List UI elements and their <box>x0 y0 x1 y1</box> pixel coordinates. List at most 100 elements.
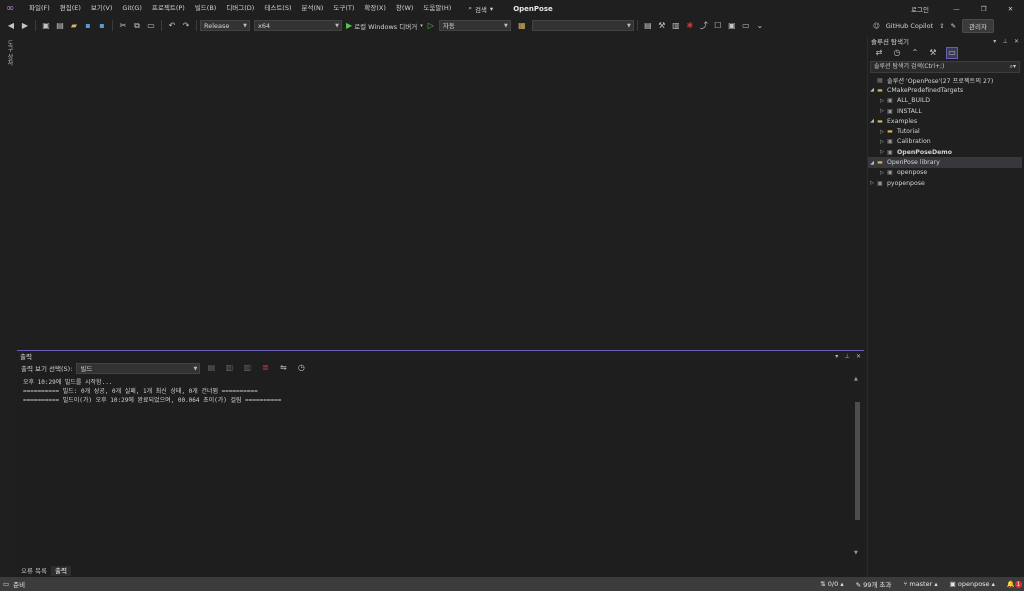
open-folder-icon[interactable]: ▰ <box>69 21 79 31</box>
tree-item[interactable]: ◢ ▬ OpenPose library <box>868 157 1022 168</box>
tree-item[interactable]: ▷ ▣ ALL_BUILD <box>868 96 1022 106</box>
configuration-dropdown[interactable]: Release ▼ <box>200 20 250 31</box>
overflow-icon[interactable]: ⌄ <box>755 21 765 31</box>
tree-item[interactable]: ▷ ▣ pyopenpose <box>868 178 1022 188</box>
output-source-dropdown[interactable]: 빌드 ▼ <box>76 362 201 374</box>
bug-icon[interactable]: ✱ <box>685 21 695 31</box>
start-without-debug-icon[interactable]: ▷ <box>428 21 434 30</box>
browser-icon[interactable]: ☐ <box>713 21 723 31</box>
clear-all-icon[interactable]: ≣ <box>260 363 270 373</box>
tree-item[interactable]: ▷ ▣ openpose <box>868 168 1022 178</box>
menu-view[interactable]: 보기(V) <box>86 0 117 17</box>
menu-help[interactable]: 도움말(H) <box>418 0 456 17</box>
expand-chevron-icon[interactable]: ◢ <box>868 118 876 124</box>
prev-message-icon[interactable]: ▥ <box>224 363 234 373</box>
tree-item[interactable]: ◢ ▬ CMakePredefinedTargets <box>868 85 1022 95</box>
toolbox-tab[interactable]: 도구 상자 <box>5 40 14 66</box>
solution-search-input[interactable]: 솔루션 탐색기 검색(Ctrl+;) ⌕▾ <box>870 61 1020 73</box>
collapse-chevron-icon[interactable]: ▷ <box>878 170 886 176</box>
git-changes-button[interactable]: ⇅ 0/0 ▴ <box>820 580 843 588</box>
output-vertical-scrollbar[interactable]: ▲ ▼ <box>853 376 862 556</box>
expand-chevron-icon[interactable]: ◢ <box>868 160 876 166</box>
timestamp-icon[interactable]: ◷ <box>296 363 306 373</box>
frame-icon[interactable]: ▭ <box>741 21 751 31</box>
close-icon[interactable]: ✕ <box>1014 38 1019 45</box>
history-icon[interactable]: ◷ <box>892 48 902 58</box>
login-button[interactable]: 로그인 <box>911 4 929 14</box>
tab-error-list[interactable]: 오류 목록 <box>17 566 51 576</box>
debugger-label[interactable]: 로컬 Windows 디버거 <box>354 21 417 31</box>
tree-item[interactable]: ◢ ▬ Examples <box>868 116 1022 126</box>
wrench-icon[interactable]: ⚒ <box>657 21 667 31</box>
output-horizontal-scrollbar[interactable] <box>19 557 852 563</box>
stack-frame-dropdown[interactable]: ▼ <box>531 20 634 31</box>
collapse-chevron-icon[interactable]: ▷ <box>878 98 886 104</box>
pin-icon[interactable]: ⊥ <box>845 353 850 360</box>
collapse-chevron-icon[interactable]: ▷ <box>868 180 876 186</box>
build-icon[interactable]: ▤ <box>643 21 653 31</box>
close-icon[interactable]: ✕ <box>856 353 861 360</box>
menu-analyze[interactable]: 분석(N) <box>297 0 329 17</box>
menu-window[interactable]: 창(W) <box>391 0 418 17</box>
forward-icon[interactable]: ▶ <box>20 21 30 31</box>
save-all-icon[interactable]: ▪ <box>97 21 107 31</box>
copy-icon[interactable]: ⧉ <box>132 21 142 31</box>
tree-item[interactable]: ▷ ▣ INSTALL <box>868 106 1022 116</box>
tree-item[interactable]: ▷ ▣ OpenPoseDemo <box>868 147 1022 157</box>
hot-reload-icon[interactable]: ⤴ <box>699 21 709 31</box>
preview-icon[interactable]: ▭ <box>946 47 958 59</box>
undo-icon[interactable]: ↶ <box>167 21 177 31</box>
collapse-all-icon[interactable]: ⌃ <box>910 48 920 58</box>
copilot-button[interactable]: GitHub Copilot <box>886 22 933 30</box>
menu-test[interactable]: 테스트(S) <box>259 0 296 17</box>
stack-frame-icon[interactable]: ▦ <box>517 21 527 31</box>
properties-icon[interactable]: ⚒ <box>928 48 938 58</box>
back-icon[interactable]: ◀ <box>6 21 16 31</box>
chevron-down-icon[interactable]: ▾ <box>835 353 838 360</box>
menu-extensions[interactable]: 확장(X) <box>359 0 391 17</box>
restore-icon[interactable]: ❐ <box>970 5 997 13</box>
menu-build[interactable]: 빌드(B) <box>190 0 222 17</box>
repo-button[interactable]: ▣ openpose ▴ <box>950 580 995 588</box>
collapse-chevron-icon[interactable]: ▷ <box>878 149 886 155</box>
search-button[interactable]: ⌕ 검색 ▾ <box>462 4 499 14</box>
auto-dropdown[interactable]: 자동 ▼ <box>438 20 511 31</box>
menu-tools[interactable]: 도구(T) <box>328 0 359 17</box>
platform-dropdown[interactable]: x64 ▼ <box>254 20 342 31</box>
close-icon[interactable]: ✕ <box>997 5 1024 13</box>
word-wrap-icon[interactable]: ⇋ <box>278 363 288 373</box>
menu-git[interactable]: Git(G) <box>117 0 147 17</box>
collapse-chevron-icon[interactable]: ▷ <box>878 129 886 135</box>
find-message-icon[interactable]: ▤ <box>206 363 216 373</box>
scroll-down-icon[interactable]: ▼ <box>854 550 858 556</box>
menu-file[interactable]: 파일(F) <box>24 0 55 17</box>
cut-icon[interactable]: ✂ <box>118 21 128 31</box>
menu-debug[interactable]: 디버그(D) <box>221 0 259 17</box>
paste-icon[interactable]: ▭ <box>146 21 156 31</box>
share-icon[interactable]: ⇪ <box>939 22 944 30</box>
tab-output[interactable]: 출력 <box>51 566 71 576</box>
feedback-icon[interactable]: ✎ <box>951 22 956 30</box>
minimize-icon[interactable]: — <box>943 5 970 13</box>
redo-icon[interactable]: ↷ <box>181 21 191 31</box>
chevron-down-icon[interactable]: ▾ <box>993 38 996 45</box>
menu-project[interactable]: 프로젝트(P) <box>147 0 190 17</box>
diagnostics-icon[interactable]: ▥ <box>671 21 681 31</box>
chevron-down-icon[interactable]: ▾ <box>420 23 423 29</box>
save-icon[interactable]: ▪ <box>83 21 93 31</box>
expand-chevron-icon[interactable]: ◢ <box>868 87 876 93</box>
output-status-icon[interactable]: ▭ <box>3 580 9 588</box>
switch-views-icon[interactable]: ⇄ <box>874 48 884 58</box>
tree-item[interactable]: ▷ ▬ Tutorial <box>868 126 1022 136</box>
tree-item[interactable]: ▷ ▣ Calibration <box>868 137 1022 147</box>
collapse-chevron-icon[interactable]: ▷ <box>878 108 886 114</box>
new-project-icon[interactable]: ▣ <box>41 21 51 31</box>
tree-root[interactable]: ▤ 솔루션 'OpenPose'(27 프로젝트의 27) <box>868 75 1022 85</box>
branch-button[interactable]: ⑂ master ▴ <box>903 580 937 588</box>
pin-icon[interactable]: ⊥ <box>1003 38 1008 45</box>
scrollbar-thumb[interactable] <box>855 402 860 520</box>
start-debug-icon[interactable]: ▶ <box>346 21 352 30</box>
notifications-button[interactable]: 🔔1 <box>1007 580 1022 588</box>
output-text[interactable]: 오후 10:29에 빌드를 시작함... ========== 빌드: 0개 성… <box>19 376 852 556</box>
layout-icon[interactable]: ▣ <box>727 21 737 31</box>
